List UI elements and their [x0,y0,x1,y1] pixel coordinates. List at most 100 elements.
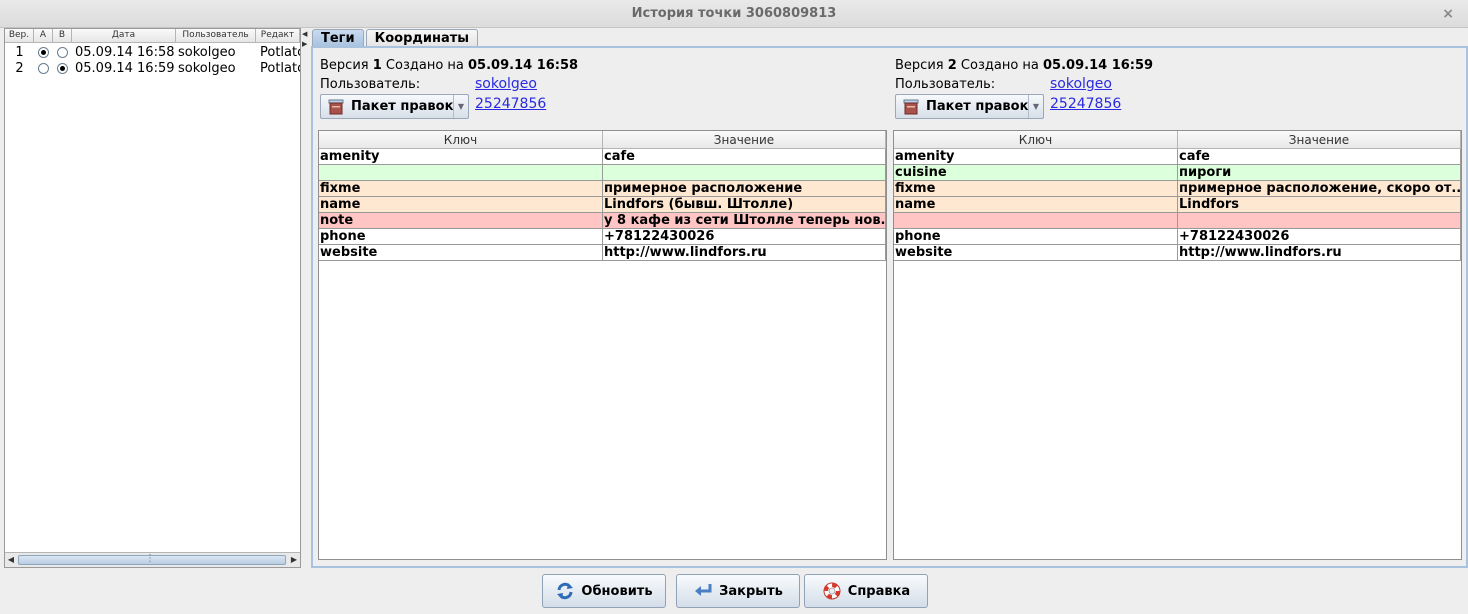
version-prefix: Версия [320,58,369,73]
created-date: 05.09.14 16:58 [468,58,579,73]
tag-value: http://www.lindfors.ru [603,245,886,261]
tag-key [894,213,1178,229]
chevron-down-icon[interactable]: ▼ [1028,95,1043,118]
version-prefix: Версия [895,58,944,73]
col-header-value[interactable]: Значение [603,131,886,149]
split-pane-divider[interactable]: ◀ ▶ [301,28,309,568]
tag-value: http://www.lindfors.ru [1178,245,1461,261]
tag-key: fixme [319,181,603,197]
col-header-user[interactable]: Пользователь [176,29,256,43]
tag-key: phone [894,229,1178,245]
table-row[interactable]: note у 8 кафе из сети Штолле теперь нов..… [319,213,886,229]
version-editor: Potlatch [260,60,300,76]
window-title: История точки 3060809813 [631,6,837,21]
table-row[interactable]: name Lindfors (бывш. Штолле) [319,197,886,213]
changeset-button[interactable]: Пакет правок ▼ [895,94,1044,119]
col-header-a[interactable]: A [34,29,53,43]
help-button[interactable]: Справка [804,574,928,608]
scroll-thumb[interactable] [18,553,286,565]
created-label: Создано на [960,58,1039,73]
radio-a[interactable] [38,62,49,74]
changeset-icon [901,97,921,117]
history-row[interactable]: 1 05.09.14 16:58 sokolgeo Potlatch [5,44,300,60]
close-icon[interactable]: × [1442,0,1454,28]
refresh-button-label: Обновить [581,583,653,599]
tags-table-header: Ключ Значение [319,131,886,149]
tag-value: +78122430026 [603,229,886,245]
tag-value: +78122430026 [1178,229,1461,245]
horizontal-scrollbar[interactable]: ◀ ▶ [5,552,300,567]
col-header-editor[interactable]: Редакт [256,29,300,43]
tag-key: fixme [894,181,1178,197]
table-row[interactable]: website http://www.lindfors.ru [319,245,886,261]
tab-tags[interactable]: Теги [312,29,364,47]
window-titlebar: История точки 3060809813 × [0,0,1468,28]
tab-bar: Теги Координаты [312,28,480,48]
table-row[interactable]: name Lindfors [894,197,1461,213]
tag-key: website [319,245,603,261]
close-button[interactable]: Закрыть [676,574,800,608]
history-row[interactable]: 2 05.09.14 16:59 sokolgeo Potlatch [5,60,300,76]
table-row[interactable]: amenity cafe [319,149,886,165]
col-header-date[interactable]: Дата [72,29,176,43]
changeset-button-label: Пакет правок [926,99,1029,114]
col-header-value[interactable]: Значение [1178,131,1461,149]
refresh-button[interactable]: Обновить [542,574,666,608]
version-line: Версия 2 Создано на 05.09.14 16:59 [895,58,1153,73]
expand-right-icon[interactable]: ▶ [302,40,307,48]
table-row[interactable]: amenity cafe [894,149,1461,165]
tag-value: примерное расположение, скоро от... [1178,181,1461,197]
changeset-button-label: Пакет правок [351,99,454,114]
lifebuoy-icon [822,581,842,601]
scroll-left-icon[interactable]: ◀ [5,554,17,566]
table-row[interactable]: phone +78122430026 [319,229,886,245]
tag-value: примерное расположение [603,181,886,197]
help-button-label: Справка [847,583,911,599]
col-header-key[interactable]: Ключ [894,131,1178,149]
history-table-header: Вер. A B Дата Пользователь Редакт [5,29,300,43]
tag-value: Lindfors [1178,197,1461,213]
table-row[interactable]: fixme примерное расположение, скоро от... [894,181,1461,197]
created-label: Создано на [385,58,464,73]
radio-a[interactable] [38,46,49,58]
col-header-key[interactable]: Ключ [319,131,603,149]
radio-b[interactable] [57,46,68,58]
history-list: Вер. A B Дата Пользователь Редакт 1 05.0… [4,28,301,568]
table-row[interactable]: cuisine пироги [894,165,1461,181]
tag-key: website [894,245,1178,261]
table-row[interactable] [894,213,1461,229]
version-editor: Potlatch [260,44,300,60]
tag-key: note [319,213,603,229]
user-label: Пользователь: [320,77,421,92]
version-line: Версия 1 Создано на 05.09.14 16:58 [320,58,578,73]
tag-value: у 8 кафе из сети Штолле теперь нов... [603,213,886,229]
tags-table-header: Ключ Значение [894,131,1461,149]
tag-key: amenity [894,149,1178,165]
version-date: 05.09.14 16:58 [75,44,175,60]
user-link[interactable]: sokolgeo [475,76,537,92]
col-header-b[interactable]: B [53,29,72,43]
table-row[interactable]: fixme примерное расположение [319,181,886,197]
user-link[interactable]: sokolgeo [1050,76,1112,92]
version-number: 2 [15,60,24,76]
changeset-button[interactable]: Пакет правок ▼ [320,94,469,119]
scroll-right-icon[interactable]: ▶ [288,554,300,566]
tag-value: cafe [603,149,886,165]
radio-b[interactable] [57,62,68,74]
tag-value [603,165,886,181]
version-user: sokolgeo [178,44,236,60]
table-row[interactable]: website http://www.lindfors.ru [894,245,1461,261]
tag-key: amenity [319,149,603,165]
tab-coordinates[interactable]: Координаты [365,29,479,47]
changeset-link[interactable]: 25247856 [1050,96,1121,112]
collapse-left-icon[interactable]: ◀ [302,30,307,38]
table-row[interactable] [319,165,886,181]
tag-value: пироги [1178,165,1461,181]
table-row[interactable]: phone +78122430026 [894,229,1461,245]
changeset-link[interactable]: 25247856 [475,96,546,112]
tag-key: name [319,197,603,213]
tag-value: Lindfors (бывш. Штолле) [603,197,886,213]
col-header-version[interactable]: Вер. [5,29,34,43]
chevron-down-icon[interactable]: ▼ [453,95,468,118]
version-num: 2 [947,58,957,73]
